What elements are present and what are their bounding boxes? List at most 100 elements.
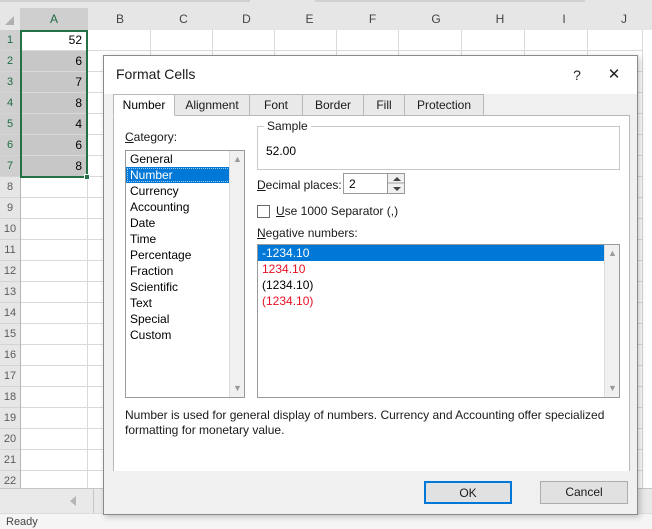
cell-A14[interactable] [21,303,88,324]
category-scroll-down-icon[interactable]: ▼ [230,381,245,396]
cell-A9[interactable] [21,198,88,219]
cell-A20[interactable] [21,429,88,450]
row-header-10[interactable]: 10 [0,219,20,240]
negative-numbers-items[interactable]: -1234.10 1234.10 (1234.10) (1234.10) [258,245,604,397]
negative-numbers-scroll-up-icon[interactable]: ▲ [605,246,620,261]
category-item-time[interactable]: Time [126,231,231,247]
row-header-15[interactable]: 15 [0,324,20,345]
cell-A5[interactable]: 4 [21,114,88,135]
cell-A21[interactable] [21,450,88,471]
category-item-custom[interactable]: Custom [126,327,231,343]
cell-A18[interactable] [21,387,88,408]
category-items[interactable]: General Number Currency Accounting Date Time P… [126,151,231,397]
cell-A11[interactable] [21,240,88,261]
tab-alignment[interactable]: Alignment [174,94,250,116]
cell-J1[interactable] [588,30,643,51]
category-item-special[interactable]: Special [126,311,231,327]
cell-A1[interactable]: 52 [21,30,88,51]
row-header-7[interactable]: 7 [0,156,20,177]
column-header-b[interactable]: B [88,8,153,30]
help-icon[interactable]: ? [565,64,589,86]
column-header-d[interactable]: D [215,8,279,30]
negative-number-option-0[interactable]: -1234.10 [258,245,604,261]
tab-number[interactable]: Number [113,94,175,116]
column-header-a[interactable]: A [20,8,89,32]
tab-font[interactable]: Font [249,94,303,116]
close-icon[interactable]: ✕ [601,64,627,86]
cell-C1[interactable] [151,30,213,51]
row-header-4[interactable]: 4 [0,93,20,114]
row-header-20[interactable]: 20 [0,429,20,450]
tab-border[interactable]: Border [302,94,364,116]
cancel-button[interactable]: Cancel [540,481,628,504]
negative-number-option-3[interactable]: (1234.10) [258,293,604,309]
category-item-currency[interactable]: Currency [126,183,231,199]
cell-A8[interactable] [21,177,88,198]
cell-I1[interactable] [525,30,588,51]
category-item-scientific[interactable]: Scientific [126,279,231,295]
cell-A4[interactable]: 8 [21,93,88,114]
row-header-9[interactable]: 9 [0,198,20,219]
ok-button[interactable]: OK [424,481,512,504]
row-header-17[interactable]: 17 [0,366,20,387]
decimal-places-input[interactable]: 2 [343,173,405,194]
sheet-nav-previous-icon[interactable] [70,496,76,506]
cell-B1[interactable] [88,30,151,51]
category-scrollbar[interactable]: ▲ ▼ [229,151,244,397]
dialog-tab-strip[interactable]: Number Alignment Font Border Fill Protection [113,94,630,116]
row-header-3[interactable]: 3 [0,72,20,93]
cell-A10[interactable] [21,219,88,240]
category-item-accounting[interactable]: Accounting [126,199,231,215]
cell-A19[interactable] [21,408,88,429]
row-header-18[interactable]: 18 [0,387,20,408]
column-header-i[interactable]: I [532,8,597,30]
cell-A16[interactable] [21,345,88,366]
decimal-places-decrement[interactable] [388,183,404,193]
negative-number-option-2[interactable]: (1234.10) [258,277,604,293]
category-item-percentage[interactable]: Percentage [126,247,231,263]
thousands-separator-checkbox[interactable] [257,205,270,218]
row-header-5[interactable]: 5 [0,114,20,135]
cell-E1[interactable] [275,30,337,51]
decimal-places-increment[interactable] [388,174,404,183]
row-header-11[interactable]: 11 [0,240,20,261]
row-header-1[interactable]: 1 [0,30,20,51]
cell-A6[interactable]: 6 [21,135,88,156]
column-header-e[interactable]: E [278,8,342,30]
row-header-16[interactable]: 16 [0,345,20,366]
column-header-f[interactable]: F [341,8,405,30]
category-item-fraction[interactable]: Fraction [126,263,231,279]
negative-numbers-listbox[interactable]: -1234.10 1234.10 (1234.10) (1234.10) ▲ ▼ [257,244,620,398]
column-header-h[interactable]: H [468,8,533,30]
tab-protection[interactable]: Protection [404,94,484,116]
row-header-6[interactable]: 6 [0,135,20,156]
negative-numbers-scroll-down-icon[interactable]: ▼ [605,381,620,396]
row-header-8[interactable]: 8 [0,177,20,198]
cell-G1[interactable] [399,30,462,51]
tab-fill[interactable]: Fill [363,94,405,116]
cell-A17[interactable] [21,366,88,387]
row-header-19[interactable]: 19 [0,408,20,429]
fill-handle[interactable] [84,174,90,180]
cell-D1[interactable] [213,30,275,51]
cell-A3[interactable]: 7 [21,72,88,93]
row-header-12[interactable]: 12 [0,261,20,282]
category-scroll-up-icon[interactable]: ▲ [230,152,245,167]
cell-H1[interactable] [462,30,525,51]
row-header-14[interactable]: 14 [0,303,20,324]
row-header-21[interactable]: 21 [0,450,20,471]
column-header-g[interactable]: G [404,8,469,30]
cell-A7[interactable]: 8 [21,156,88,177]
negative-number-option-1[interactable]: 1234.10 [258,261,604,277]
category-item-date[interactable]: Date [126,215,231,231]
category-item-general[interactable]: General [126,151,231,167]
cell-A12[interactable] [21,261,88,282]
row-header-2[interactable]: 2 [0,51,20,72]
column-header-c[interactable]: C [152,8,216,30]
category-item-number[interactable]: Number [126,167,231,183]
decimal-places-stepper[interactable] [387,174,404,193]
column-header-j[interactable]: J [596,8,652,30]
negative-numbers-scrollbar[interactable]: ▲ ▼ [604,245,619,397]
cell-A15[interactable] [21,324,88,345]
category-item-text[interactable]: Text [126,295,231,311]
